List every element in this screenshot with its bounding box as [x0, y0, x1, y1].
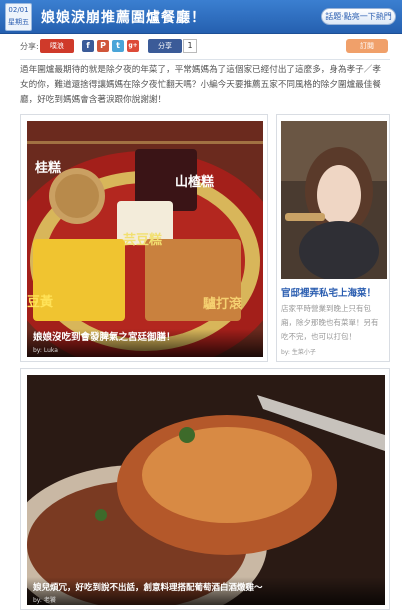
plurk-icon[interactable]: P [97, 40, 109, 52]
food-label: 山楂糕 [175, 175, 215, 190]
twitter-icon[interactable]: t [112, 40, 124, 52]
card-caption[interactable]: 娘娘沒吃到會發脾氣之宮廷御膳！ [33, 329, 176, 343]
card-title[interactable]: 官邸裡弄私宅上海菜！ [281, 285, 376, 299]
food-label: 桂糕 [35, 161, 62, 176]
food-label: 豆黃 [27, 295, 54, 310]
divider [20, 59, 390, 60]
rss-subscribe-button[interactable]: 訂閱 [346, 39, 388, 53]
portrait-photo [281, 121, 387, 279]
card-excerpt: 店家平時營業到晚上只有包廂，除夕那晚也有菜單！另有吃不完，也可以打包！ [281, 304, 379, 341]
page-title: 娘娘淚崩推薦圍爐餐廳！ [41, 10, 206, 26]
card-author: by: Luka [33, 347, 58, 354]
article-card-3[interactable]: 娘兒煩冗，好吃到說不出話，創意料理搭配葡萄酒白酒燉雞～ by: 老饕 [20, 368, 390, 610]
food-photo: 娘兒煩冗，好吃到說不出話，創意料理搭配葡萄酒白酒燉雞～ by: 老饕 [27, 375, 385, 605]
card-author: by: 生菜小子 [281, 349, 316, 356]
intro-text: 過年圍爐最期待的就是除夕夜的年菜了，平常媽媽為了這個家已經付出了這麼多，身為孝子… [20, 65, 381, 105]
date-box: 02/01 星期五 [5, 3, 32, 31]
date-weekday: 星期五 [8, 18, 29, 26]
food-label: 芸豆糕 [123, 233, 163, 248]
card-caption[interactable]: 娘兒煩冗，好吃到說不出話，創意料理搭配葡萄酒白酒燉雞～ [33, 581, 263, 593]
google-plus-icon[interactable]: g+ [127, 40, 139, 52]
header-bar: 02/01 星期五 娘娘淚崩推薦圍爐餐廳！ 話題‧點亮一下熱門 [0, 0, 402, 34]
article-card-1[interactable]: 桂糕 山楂糕 芸豆糕 豆黃 驢打滾 娘娘沒吃到會發脾氣之宮廷御膳！ by: Lu… [20, 114, 268, 362]
facebook-icon[interactable]: f [82, 40, 94, 52]
vote-button[interactable]: 話題‧點亮一下熱門 [321, 8, 396, 25]
article-card-2[interactable]: 官邸裡弄私宅上海菜！ 店家平時營業到晚上只有包廂，除夕那晚也有菜單！另有吃不完，… [276, 114, 390, 362]
plurk-share-button[interactable]: 噗浪 [40, 39, 74, 53]
food-photo: 桂糕 山楂糕 芸豆糕 豆黃 驢打滾 娘娘沒吃到會發脾氣之宮廷御膳！ by: Lu… [27, 121, 263, 357]
share-count: 1 [183, 39, 197, 53]
facebook-share-button[interactable]: 分享 [148, 39, 182, 53]
share-label: 分享: [20, 42, 39, 51]
share-toolbar: 分享: 噗浪 f P t g+ 分享 1 訂閱 [20, 39, 390, 55]
food-label: 驢打滾 [203, 297, 243, 312]
date-month-day: 02/01 [8, 6, 29, 14]
card-author: by: 老饕 [33, 597, 56, 604]
